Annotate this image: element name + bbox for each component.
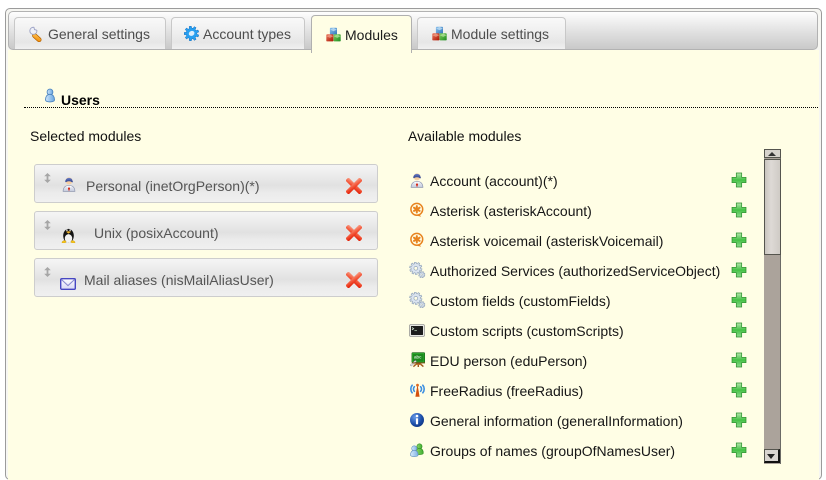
svg-text:abc: abc	[414, 355, 422, 360]
